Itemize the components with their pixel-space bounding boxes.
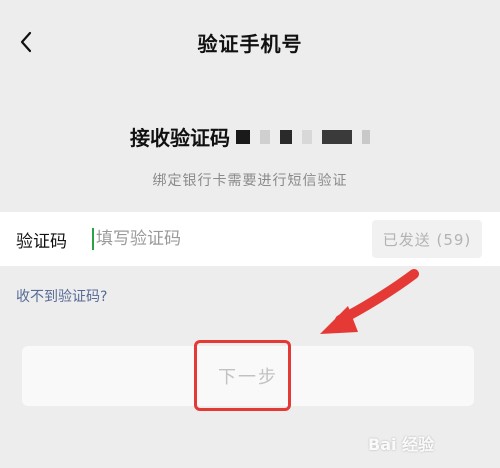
next-step-button[interactable]: 下一步 <box>22 346 474 406</box>
verify-subtitle: 绑定银行卡需要进行短信验证 <box>152 173 348 189</box>
watermark-logo: Bai 经验 <box>368 424 494 462</box>
watermark-text: Bai 经验 <box>368 435 435 454</box>
code-input-row: 验证码 已发送 (59) <box>0 212 500 266</box>
receive-code-label: 接收验证码 <box>130 126 230 150</box>
annotation-arrow-icon <box>320 269 419 334</box>
resend-code-button[interactable]: 已发送 (59) <box>372 220 482 258</box>
page-title: 验证手机号 <box>197 32 303 56</box>
next-step-label: 下一步 <box>218 367 278 388</box>
top-bar: 验证手机号 <box>0 0 500 84</box>
no-code-link[interactable]: 收不到验证码? <box>16 286 107 306</box>
masked-phone-number <box>236 129 370 144</box>
verification-code-input[interactable] <box>96 223 356 255</box>
code-field-label: 验证码 <box>16 232 67 252</box>
text-cursor <box>92 228 94 250</box>
receive-code-title: 接收验证码 <box>0 122 500 151</box>
